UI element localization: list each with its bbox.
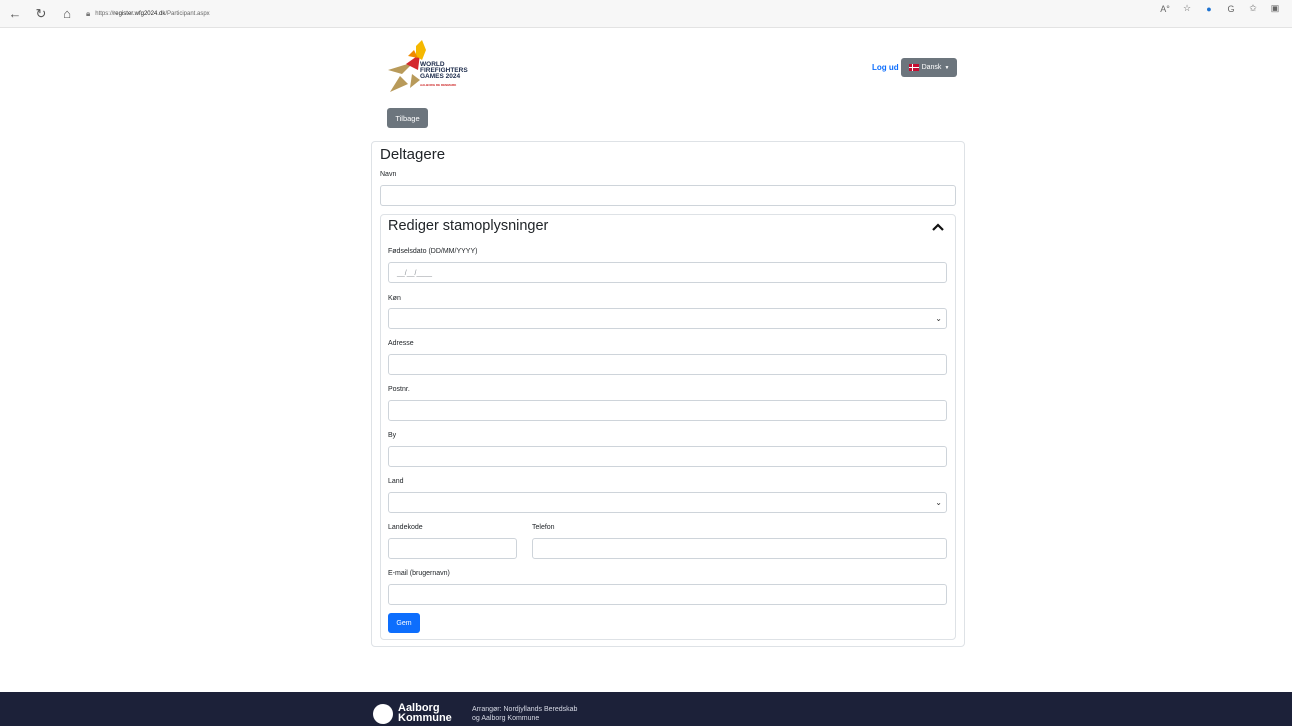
extension-icon[interactable]: ● (1198, 4, 1220, 14)
country-label: Land (388, 478, 404, 485)
email-label: E-mail (brugernavn) (388, 570, 450, 577)
back-button[interactable]: Tilbage (387, 108, 428, 128)
address-bar[interactable]: 🔒︎ https://register.wfg2024.dk/Participa… (86, 4, 210, 24)
favorite-add-icon[interactable]: ☆ (1176, 3, 1198, 14)
chevron-down-icon: ⌄ (935, 314, 942, 323)
email-input[interactable] (388, 584, 947, 605)
footer-brand: Aalborg Kommune (398, 702, 452, 724)
footer-organizer: Arrangør: Nordjyllands Beredskab og Aalb… (472, 706, 578, 722)
language-label: Dansk (921, 64, 942, 71)
birthdate-input[interactable]: __/__/____ (388, 262, 947, 283)
name-input[interactable] (380, 185, 956, 206)
language-dropdown[interactable]: Dansk ▼ (901, 58, 957, 77)
read-aloud-icon[interactable]: A° (1154, 4, 1176, 14)
home-icon[interactable]: ⌂ (56, 3, 78, 25)
logo-subtitle: AALBORG DE DENMARK (420, 83, 457, 87)
page-title: Deltagere (380, 146, 446, 163)
phone-label: Telefon (532, 524, 555, 531)
city-label: By (388, 432, 397, 439)
zip-input[interactable] (388, 400, 947, 421)
url-path: /Participant.aspx (165, 10, 210, 17)
browser-toolbar: ← ↻ ⌂ 🔒︎ https://register.wfg2024.dk/Par… (0, 0, 1292, 28)
section-title: Rediger stamoplysninger (388, 218, 549, 234)
caret-down-icon: ▼ (944, 64, 950, 71)
logout-link[interactable]: Log ud (872, 63, 899, 72)
back-arrow-icon[interactable]: ← (4, 3, 26, 25)
phone-input[interactable] (532, 538, 947, 559)
birthdate-label: Fødselsdato (DD/MM/YYYY) (388, 248, 478, 255)
chevron-down-icon: ⌄ (935, 498, 942, 507)
footer (0, 692, 1292, 726)
favorites-icon[interactable]: ✩ (1242, 3, 1264, 14)
gender-select[interactable]: ⌄ (388, 308, 947, 329)
zip-label: Postnr. (388, 386, 410, 393)
lock-icon: 🔒︎ (86, 8, 91, 18)
country-code-input[interactable] (388, 538, 517, 559)
name-label: Navn (380, 171, 397, 178)
copilot-icon[interactable]: G (1220, 4, 1242, 14)
denmark-flag-icon (908, 64, 919, 71)
birthdate-placeholder: __/__/____ (397, 270, 433, 277)
address-input[interactable] (388, 354, 947, 375)
aalborg-seal-icon (373, 704, 393, 724)
country-select[interactable]: ⌄ (388, 492, 947, 513)
save-button[interactable]: Gem (388, 613, 420, 633)
gender-label: Køn (388, 295, 401, 302)
country-code-label: Landekode (388, 524, 423, 531)
address-label: Adresse (388, 340, 414, 347)
reload-icon[interactable]: ↻ (30, 3, 52, 25)
collections-icon[interactable]: ▣ (1264, 3, 1286, 14)
city-input[interactable] (388, 446, 947, 467)
logo-wordmark: WORLD FIREFIGHTERS GAMES 2024 (420, 61, 468, 80)
chevron-up-icon[interactable] (930, 220, 946, 234)
url-prefix: https:// (95, 10, 114, 17)
url-host: register.wfg2024.dk (113, 10, 166, 17)
